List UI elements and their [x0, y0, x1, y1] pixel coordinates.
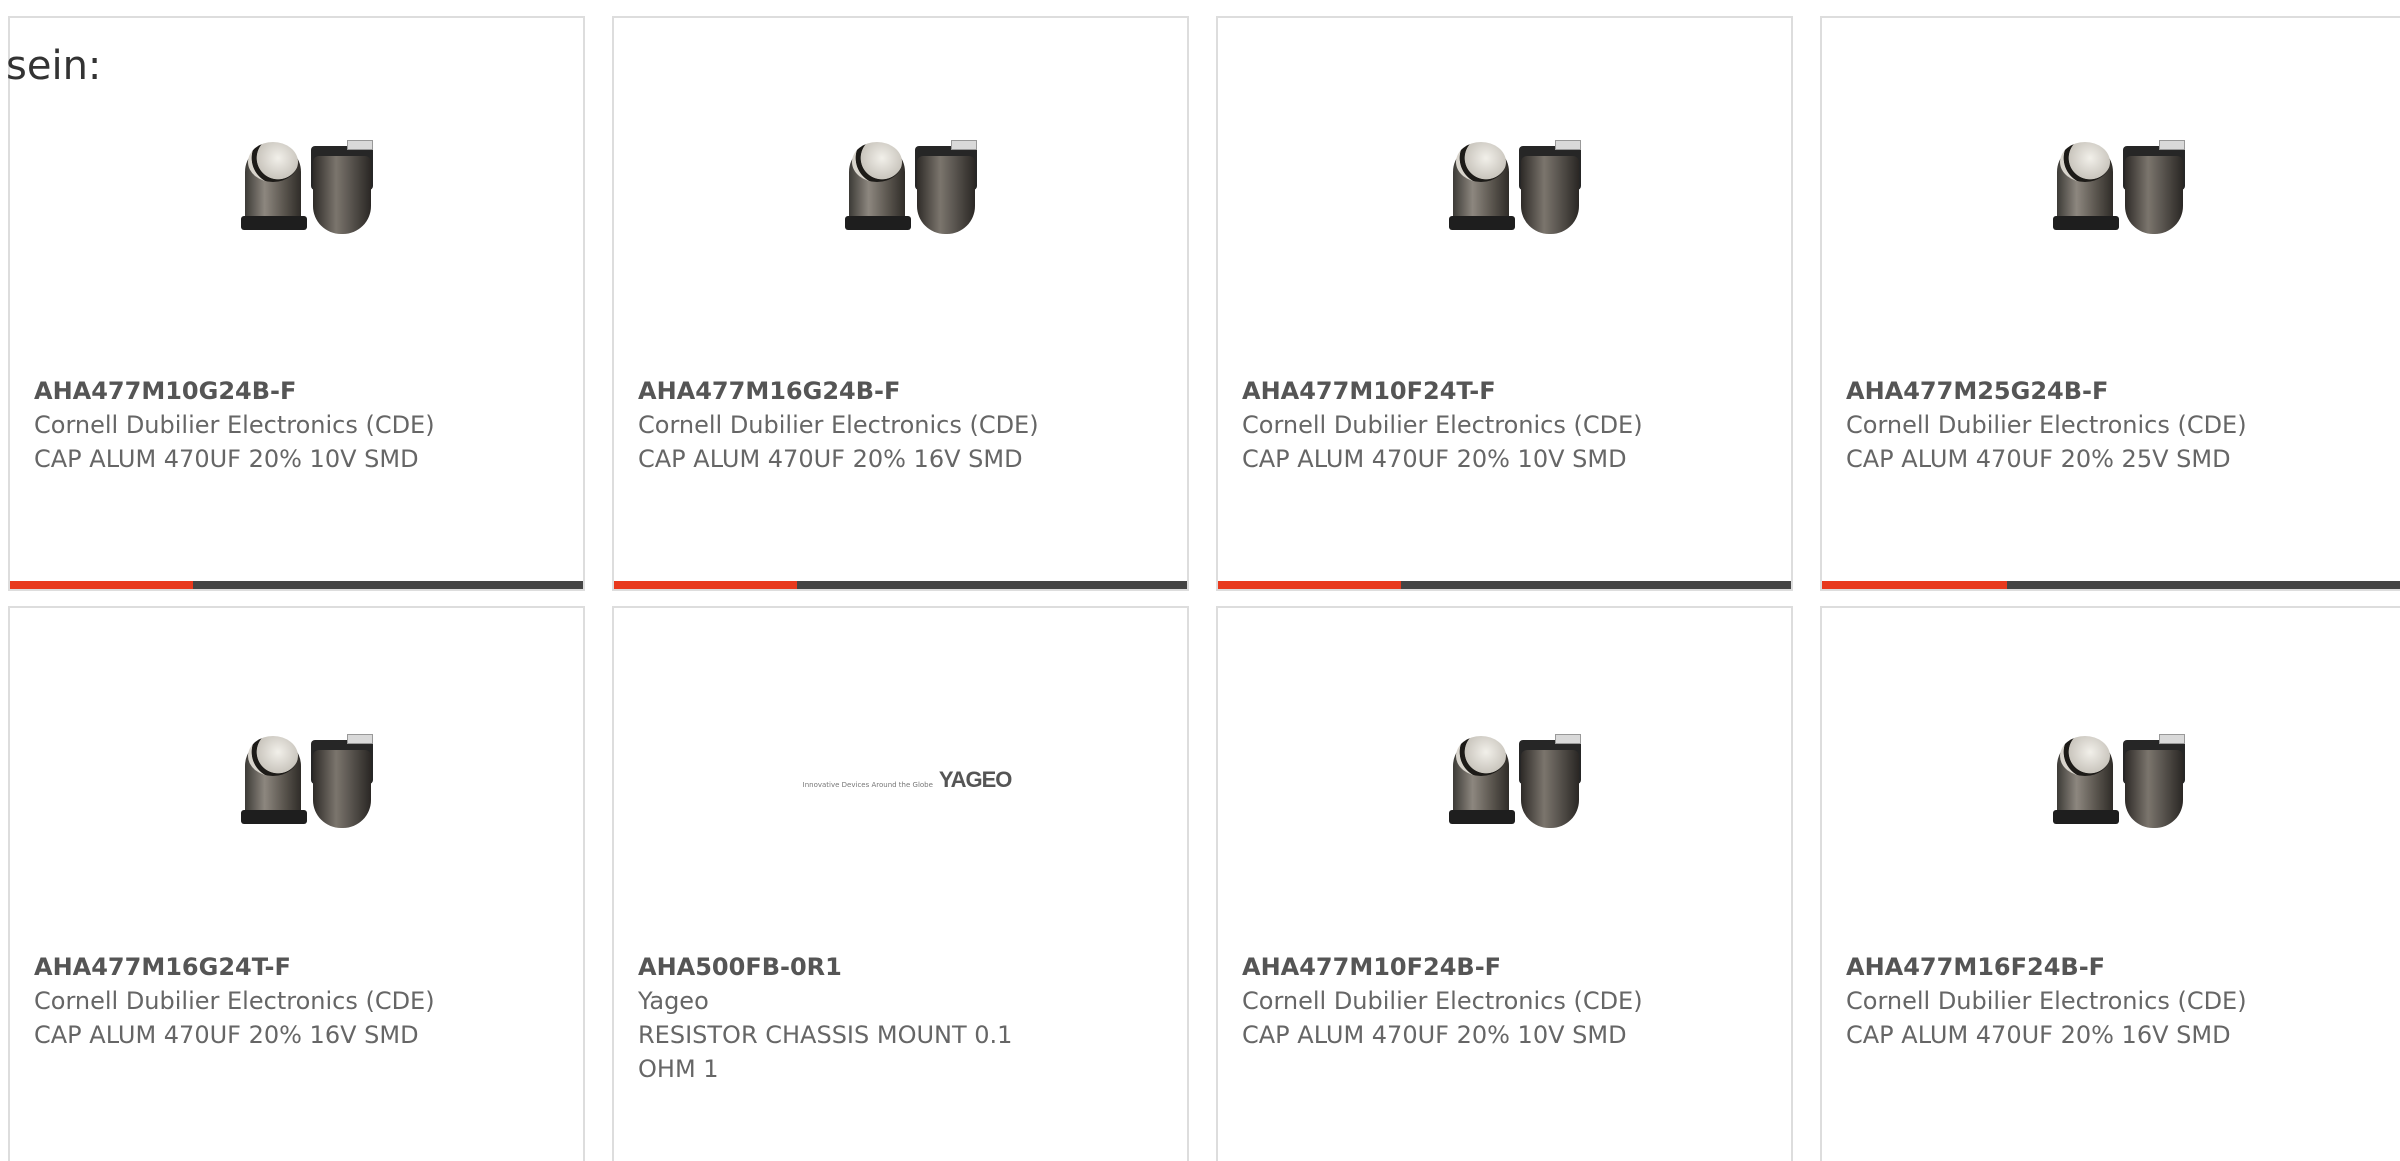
logo-brand: YAGEO [938, 767, 1012, 792]
manufacturer: Cornell Dubilier Electronics (CDE) [1846, 987, 2247, 1015]
product-image[interactable] [1411, 86, 1611, 286]
product-info: AHA477M16G24B-F Cornell Dubilier Electro… [638, 374, 1058, 476]
product-card[interactable]: AHA477M10F24T-F Cornell Dubilier Electro… [1216, 16, 1793, 591]
product-card[interactable]: AHA477M16G24B-F Cornell Dubilier Electro… [612, 16, 1189, 591]
product-info: AHA477M16G24T-F Cornell Dubilier Electro… [34, 950, 454, 1052]
intro-text: sein: [6, 43, 102, 89]
description: CAP ALUM 470UF 20% 25V SMD [1846, 445, 2231, 473]
product-image[interactable] [1411, 680, 1611, 880]
part-number-link[interactable]: AHA477M10G24B-F [34, 374, 454, 408]
capacitor-image [223, 116, 383, 256]
description: RESISTOR CHASSIS MOUNT 0.1 OHM 1 [638, 1021, 1013, 1083]
capacitor-image [2035, 710, 2195, 850]
progress-fill [1218, 581, 1402, 589]
manufacturer: Cornell Dubilier Electronics (CDE) [638, 411, 1039, 439]
capacitor-image [1431, 710, 1591, 850]
manufacturer: Cornell Dubilier Electronics (CDE) [1242, 987, 1643, 1015]
description: CAP ALUM 470UF 20% 16V SMD [1846, 1021, 2231, 1049]
manufacturer: Cornell Dubilier Electronics (CDE) [1242, 411, 1643, 439]
part-number-link[interactable]: AHA477M16G24T-F [34, 950, 454, 984]
product-card[interactable]: AHA477M25G24B-F Cornell Dubilier Electro… [1820, 16, 2400, 591]
part-number-link[interactable]: AHA500FB-0R1 [638, 950, 1058, 984]
product-image[interactable] [807, 86, 1007, 286]
progress-fill [10, 581, 194, 589]
part-number-link[interactable]: AHA477M25G24B-F [1846, 374, 2266, 408]
product-card[interactable]: AHA477M16G24T-F Cornell Dubilier Electro… [8, 606, 585, 1161]
progress-fill [614, 581, 798, 589]
part-number-link[interactable]: AHA477M16F24B-F [1846, 950, 2266, 984]
capacitor-image [827, 116, 987, 256]
progress-fill [1822, 581, 2007, 589]
product-image[interactable] [2015, 680, 2215, 880]
product-image[interactable] [2015, 86, 2215, 286]
product-info: AHA477M10F24B-F Cornell Dubilier Electro… [1242, 950, 1662, 1052]
progress-bar [1822, 581, 2400, 589]
manufacturer: Cornell Dubilier Electronics (CDE) [1846, 411, 2247, 439]
description: CAP ALUM 470UF 20% 10V SMD [34, 445, 419, 473]
product-card[interactable]: AHA477M16F24B-F Cornell Dubilier Electro… [1820, 606, 2400, 1161]
product-info: AHA477M10G24B-F Cornell Dubilier Electro… [34, 374, 454, 476]
product-info: AHA477M16F24B-F Cornell Dubilier Electro… [1846, 950, 2266, 1052]
manufacturer: Cornell Dubilier Electronics (CDE) [34, 987, 435, 1015]
product-info: AHA477M10F24T-F Cornell Dubilier Electro… [1242, 374, 1662, 476]
description: CAP ALUM 470UF 20% 16V SMD [34, 1021, 419, 1049]
capacitor-image [223, 710, 383, 850]
logo-tagline: Innovative Devices Around the Globe [802, 781, 933, 789]
part-number-link[interactable]: AHA477M16G24B-F [638, 374, 1058, 408]
description: CAP ALUM 470UF 20% 10V SMD [1242, 445, 1627, 473]
part-number-link[interactable]: AHA477M10F24B-F [1242, 950, 1662, 984]
product-card[interactable]: AHA477M10F24B-F Cornell Dubilier Electro… [1216, 606, 1793, 1161]
product-card[interactable]: Innovative Devices Around the Globe YAGE… [612, 606, 1189, 1161]
capacitor-image [2035, 116, 2195, 256]
product-image[interactable]: Innovative Devices Around the Globe YAGE… [803, 680, 1013, 880]
product-image[interactable] [203, 680, 403, 880]
manufacturer: Yageo [638, 987, 709, 1015]
manufacturer: Cornell Dubilier Electronics (CDE) [34, 411, 435, 439]
yageo-logo: Innovative Devices Around the Globe YAGE… [802, 767, 1013, 793]
description: CAP ALUM 470UF 20% 10V SMD [1242, 1021, 1627, 1049]
progress-bar [1218, 581, 1791, 589]
description: CAP ALUM 470UF 20% 16V SMD [638, 445, 1023, 473]
progress-bar [10, 581, 583, 589]
capacitor-image [1431, 116, 1591, 256]
product-grid-page: sein: AHA477M10G24B-F Cornell Dubilier E… [0, 0, 2400, 1161]
product-image[interactable] [203, 86, 403, 286]
part-number-link[interactable]: AHA477M10F24T-F [1242, 374, 1662, 408]
product-info: AHA500FB-0R1 Yageo RESISTOR CHASSIS MOUN… [638, 950, 1058, 1086]
product-info: AHA477M25G24B-F Cornell Dubilier Electro… [1846, 374, 2266, 476]
product-card[interactable]: AHA477M10G24B-F Cornell Dubilier Electro… [8, 16, 585, 591]
progress-bar [614, 581, 1187, 589]
